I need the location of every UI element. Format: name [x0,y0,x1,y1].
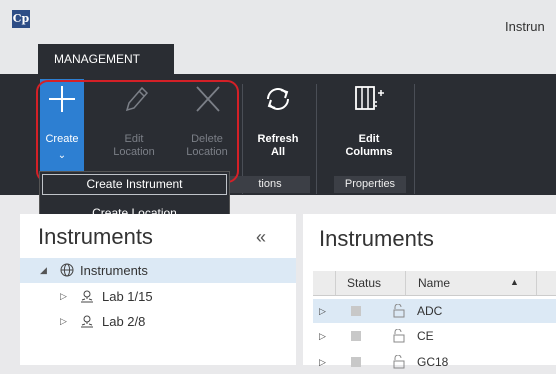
table-row[interactable]: ▷ ADC [313,299,556,323]
instrument-name: CE [417,329,434,343]
navigation-panel: Instruments « ◢ Instruments ▷ Lab 1/15 ▷… [20,214,296,365]
table-row[interactable]: ▷ GC18 [313,350,556,374]
refresh-all-label: Refresh All [257,133,299,158]
locations-group-label: tions [230,176,310,193]
status-indicator [351,357,361,367]
status-indicator [351,331,361,341]
properties-group-label: Properties [334,176,406,193]
expand-row-icon[interactable]: ▷ [319,299,326,323]
unlocked-icon [393,329,405,343]
create-instrument-menu-item[interactable]: Create Instrument [42,174,227,195]
column-header-name[interactable]: Name [418,276,450,290]
tree-item-lab-1[interactable]: ▷ Lab 1/15 [20,284,296,309]
column-divider [335,271,336,295]
expand-row-icon[interactable]: ▷ [319,324,326,348]
collapsed-triangle-icon[interactable]: ▷ [60,284,67,309]
column-header-status[interactable]: Status [347,276,381,290]
location-pin-icon [81,290,93,303]
instrument-name: GC18 [417,355,449,369]
panel-title: Instruments [38,224,153,249]
app-logo: Cp [12,10,30,28]
instrument-name: ADC [417,304,443,318]
location-pin-icon [81,315,93,328]
collapse-panel-icon[interactable]: « [256,227,266,248]
table-row[interactable]: ▷ CE [313,324,556,348]
ribbon-separator [414,84,415,194]
tree-item-label: Instruments [80,263,148,278]
globe-icon [60,263,74,277]
edit-columns-icon [355,86,384,110]
refresh-all-button[interactable]: Refresh All [250,79,306,159]
expanded-triangle-icon[interactable]: ◢ [40,258,47,283]
window-title: Instrun [505,19,545,34]
tree-item-label: Lab 1/15 [102,289,153,304]
edit-columns-label: Edit Columns [345,133,393,158]
title-bar: Cp Instrun [0,0,556,44]
collapsed-triangle-icon[interactable]: ▷ [60,309,67,334]
column-divider [405,271,406,295]
tree-item-label: Lab 2/8 [102,314,146,329]
panel-title: Instruments [319,226,434,251]
expand-row-icon[interactable]: ▷ [319,350,326,374]
grid-header: Status Name ▲ [313,271,556,296]
highlight-ring [36,80,239,183]
ribbon-separator [316,84,317,194]
edit-columns-button[interactable]: Edit Columns [334,79,404,159]
sort-ascending-icon: ▲ [510,277,519,287]
refresh-icon [267,88,289,110]
status-indicator [351,306,361,316]
tree-item-instruments[interactable]: ◢ Instruments [20,258,296,283]
column-divider [536,271,537,295]
unlocked-icon [393,304,405,318]
tab-management[interactable]: MANAGEMENT [38,44,174,74]
instruments-list-panel: Instruments Status Name ▲ ▷ ADC ▷ CE ▷ G… [303,214,556,369]
unlocked-icon [393,355,405,369]
tree-item-lab-2[interactable]: ▷ Lab 2/8 [20,309,296,334]
